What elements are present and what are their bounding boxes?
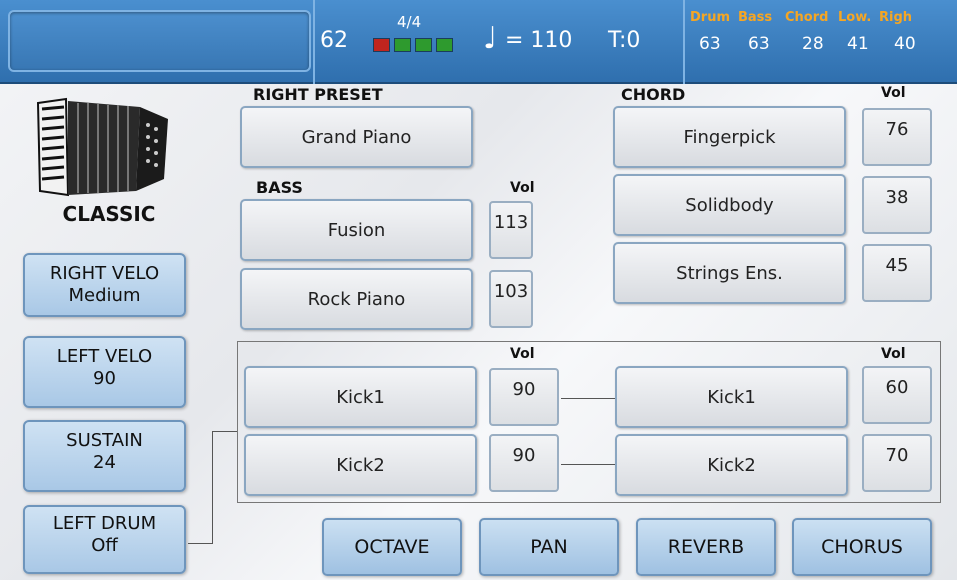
display-field[interactable]	[8, 10, 311, 72]
divider	[313, 0, 315, 84]
bass-vol-label: Vol	[510, 180, 535, 196]
tempo-value[interactable]: = 110	[505, 30, 572, 52]
beat-indicator-2	[394, 38, 411, 52]
link-line	[561, 464, 615, 465]
time-signature: 4/4	[397, 13, 422, 31]
left-drum-button[interactable]: LEFT DRUM Off	[23, 505, 186, 574]
beat-indicator-3	[415, 38, 432, 52]
drum-left-vol-label: Vol	[510, 346, 535, 362]
octave-button[interactable]: OCTAVE	[322, 518, 462, 576]
connector-line	[212, 431, 213, 544]
chord-label: CHORD	[621, 85, 686, 104]
drum-right-vol-2[interactable]: 70	[862, 434, 932, 492]
drum-left-vol-1[interactable]: 90	[489, 368, 559, 426]
right-velo-button[interactable]: RIGHT VELO Medium	[23, 253, 186, 317]
chorus-button[interactable]: CHORUS	[792, 518, 932, 576]
drum-right-vol-label: Vol	[881, 346, 906, 362]
chord-slot-1[interactable]: Fingerpick	[613, 106, 846, 168]
style-name: CLASSIC	[62, 202, 156, 226]
mixer-value-lower: 41	[847, 34, 869, 54]
drum-right-slot-2[interactable]: Kick2	[615, 434, 848, 496]
bass-vol-1[interactable]: 113	[489, 201, 533, 259]
left-drum-title: LEFT DRUM	[52, 513, 157, 534]
mixer-value-right: 40	[894, 34, 916, 54]
bass-slot-2[interactable]: Rock Piano	[240, 268, 473, 330]
drum-right-slot-1[interactable]: Kick1	[615, 366, 848, 428]
connector-line	[212, 431, 238, 432]
right-preset-button[interactable]: Grand Piano	[240, 106, 473, 168]
mixer-value-chord: 28	[802, 34, 824, 54]
left-velo-title: LEFT VELO	[56, 346, 153, 367]
chord-vol-1[interactable]: 76	[862, 108, 932, 166]
beat-indicator-1	[373, 38, 390, 52]
sustain-value: 24	[93, 452, 116, 473]
drum-left-vol-2[interactable]: 90	[489, 434, 559, 492]
drum-left-slot-1[interactable]: Kick1	[244, 366, 477, 428]
mixer-label-lower: Low.	[838, 10, 872, 25]
sustain-button[interactable]: SUSTAIN 24	[23, 420, 186, 492]
chord-vol-label: Vol	[881, 85, 906, 101]
bass-slot-1[interactable]: Fusion	[240, 199, 473, 261]
drum-right-vol-1[interactable]: 60	[862, 366, 932, 424]
link-line	[561, 398, 615, 399]
connector-line	[188, 543, 213, 544]
mixer-value-drum: 63	[699, 34, 721, 54]
bass-label: BASS	[256, 178, 303, 197]
chord-vol-3[interactable]: 45	[862, 244, 932, 302]
mixer-label-chord: Chord	[785, 10, 829, 25]
mixer-value-bass: 63	[748, 34, 770, 54]
right-velo-value: Medium	[68, 285, 141, 306]
chord-vol-2[interactable]: 38	[862, 176, 932, 234]
accordion-icon	[28, 95, 188, 200]
reverb-button[interactable]: REVERB	[636, 518, 776, 576]
pan-button[interactable]: PAN	[479, 518, 619, 576]
tempo-number: 62	[320, 28, 348, 53]
mixer-readout: Drum Bass Chord Low. Righ 63 63 28 41 40	[690, 10, 957, 72]
mixer-label-drum: Drum	[690, 10, 731, 25]
sustain-title: SUSTAIN	[66, 430, 143, 451]
mixer-label-bass: Bass	[738, 10, 773, 25]
right-velo-title: RIGHT VELO	[49, 263, 160, 284]
drum-left-slot-2[interactable]: Kick2	[244, 434, 477, 496]
bass-vol-2[interactable]: 103	[489, 270, 533, 328]
right-preset-label: RIGHT PRESET	[253, 85, 383, 104]
mixer-label-right: Righ	[879, 10, 913, 25]
chord-slot-2[interactable]: Solidbody	[613, 174, 846, 236]
left-velo-button[interactable]: LEFT VELO 90	[23, 336, 186, 408]
left-drum-value: Off	[91, 535, 118, 556]
divider	[683, 0, 685, 84]
chord-slot-3[interactable]: Strings Ens.	[613, 242, 846, 304]
left-velo-value: 90	[93, 368, 116, 389]
beat-indicator-4	[436, 38, 453, 52]
note-icon: ♩	[483, 21, 498, 56]
status-bar: 62 4/4 ♩ = 110 T:0 Drum Bass Chord Low. …	[0, 0, 957, 84]
transpose-value[interactable]: T:0	[608, 30, 640, 52]
